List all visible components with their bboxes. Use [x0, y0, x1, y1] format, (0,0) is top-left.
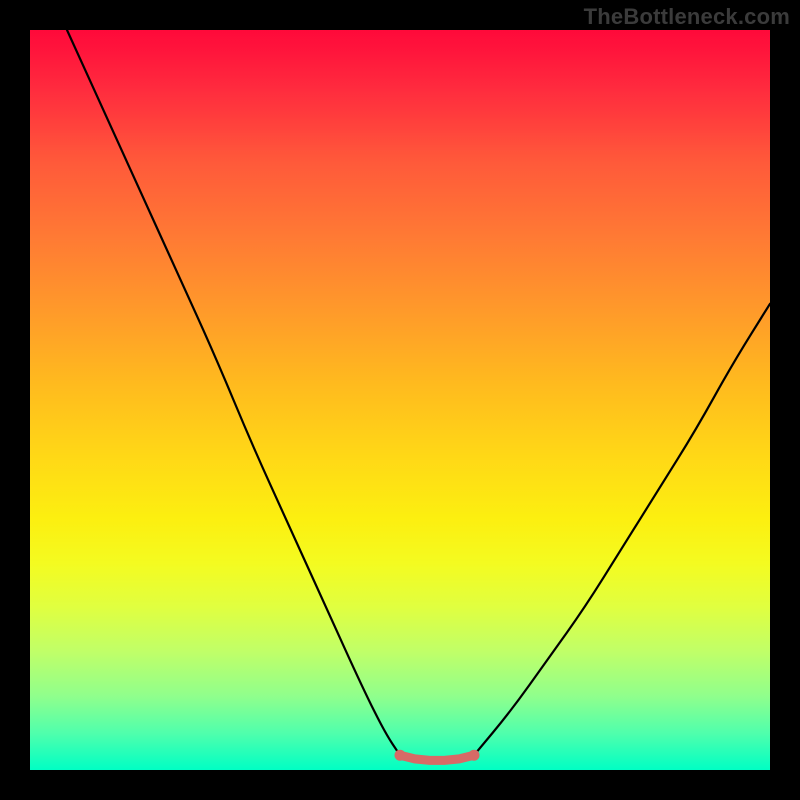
flat-right-endpoint-icon — [469, 750, 480, 761]
curve-layer — [30, 30, 770, 770]
flat-minimum-path — [400, 755, 474, 760]
watermark-text: TheBottleneck.com — [584, 4, 790, 30]
right-branch-path — [474, 304, 770, 755]
left-branch-path — [67, 30, 400, 755]
flat-left-endpoint-icon — [395, 750, 406, 761]
chart-frame: TheBottleneck.com — [0, 0, 800, 800]
